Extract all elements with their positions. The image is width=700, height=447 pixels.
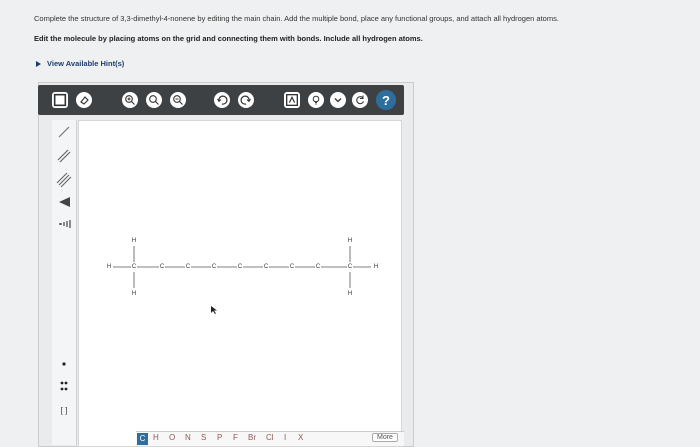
element-br[interactable]: Br	[248, 433, 256, 442]
mouse-cursor-icon	[211, 306, 217, 314]
atom-c2[interactable]: C	[160, 264, 164, 270]
new-icon[interactable]	[52, 92, 68, 108]
dropdown-icon[interactable]	[330, 92, 346, 108]
atom-c1[interactable]: C	[132, 264, 136, 270]
element-x[interactable]: X	[298, 433, 303, 442]
double-bond-icon[interactable]	[54, 146, 74, 166]
atom-h-bottom-right[interactable]: H	[348, 291, 352, 297]
zoom-out-icon[interactable]	[170, 92, 186, 108]
help-label: ?	[382, 92, 390, 108]
atom-h-right[interactable]: H	[374, 264, 378, 270]
bond-tools-palette: [ ]	[52, 120, 77, 445]
element-o[interactable]: O	[169, 433, 175, 442]
atom-c9[interactable]: C	[348, 264, 352, 270]
atom-c5[interactable]: C	[238, 264, 242, 270]
undo-icon[interactable]	[214, 92, 230, 108]
atom-h-top-right[interactable]: H	[348, 238, 352, 244]
help-icon[interactable]: ?	[376, 90, 396, 110]
element-s[interactable]: S	[201, 433, 206, 442]
editor-toolbar: ?	[38, 85, 404, 115]
bracket-label: [ ]	[60, 405, 68, 415]
wedge-bond-icon[interactable]	[54, 192, 74, 212]
element-n[interactable]: N	[185, 433, 191, 442]
expand-triangle-icon	[36, 61, 41, 68]
atom-c3[interactable]: C	[186, 264, 190, 270]
atom-h-bottom-left[interactable]: H	[132, 291, 136, 297]
element-h[interactable]: H	[153, 433, 159, 442]
triple-bond-icon[interactable]	[54, 170, 74, 190]
bracket-icon[interactable]: [ ]	[54, 400, 74, 420]
eraser-icon[interactable]	[76, 92, 92, 108]
question-sub-instruction: Edit the molecule by placing atoms on th…	[34, 34, 423, 43]
hint-label: View Available Hint(s)	[47, 59, 125, 68]
atom-c8[interactable]: C	[316, 264, 320, 270]
rotate-icon[interactable]	[352, 92, 368, 108]
lightbulb-icon[interactable]	[308, 92, 324, 108]
zoom-reset-icon[interactable]	[146, 92, 162, 108]
more-elements-button[interactable]: More	[372, 433, 398, 442]
charge-icon[interactable]	[54, 354, 74, 374]
element-c[interactable]: C	[137, 433, 148, 445]
atom-h-top-left[interactable]: H	[132, 238, 136, 244]
atom-c7[interactable]: C	[290, 264, 294, 270]
question-instruction: Complete the structure of 3,3-dimethyl-4…	[34, 14, 559, 23]
lone-pair-icon[interactable]	[54, 376, 74, 396]
redo-icon[interactable]	[238, 92, 254, 108]
view-hints-link[interactable]: View Available Hint(s)	[36, 59, 124, 68]
atom-c4[interactable]: C	[212, 264, 216, 270]
template-icon[interactable]	[284, 92, 300, 108]
molecule-drawing	[113, 246, 371, 288]
zoom-in-icon[interactable]	[122, 92, 138, 108]
atom-h-left[interactable]: H	[107, 264, 111, 270]
element-f[interactable]: F	[233, 433, 238, 442]
hash-bond-icon[interactable]	[54, 214, 74, 234]
single-bond-icon[interactable]	[54, 122, 74, 142]
element-p[interactable]: P	[217, 433, 222, 442]
element-cl[interactable]: Cl	[266, 433, 274, 442]
drawing-canvas[interactable]: H C C C C C C C C C H H H H H	[78, 120, 402, 447]
atom-c6[interactable]: C	[264, 264, 268, 270]
element-palette: C H O N S P F Br Cl I X More	[136, 431, 404, 446]
element-i[interactable]: I	[284, 433, 286, 442]
